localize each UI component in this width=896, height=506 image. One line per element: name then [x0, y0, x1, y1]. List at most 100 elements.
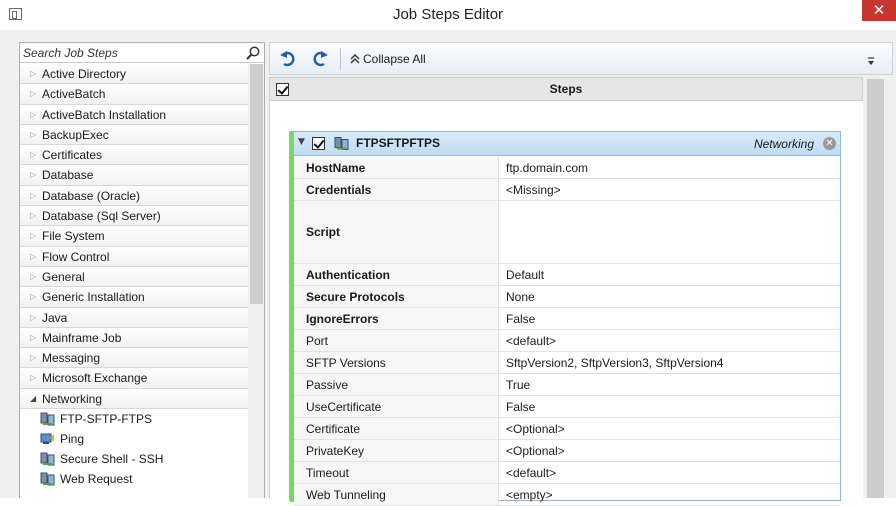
close-button[interactable]: ✕: [862, 0, 896, 21]
job-step-label: Web Request: [60, 472, 133, 487]
collapse-step-icon[interactable]: ▼: [298, 137, 305, 147]
expand-arrow-icon[interactable]: ▷: [30, 267, 36, 287]
undo-button[interactable]: [279, 48, 297, 70]
property-value-authentication[interactable]: Default: [506, 264, 544, 285]
library-scrollbar[interactable]: [248, 64, 264, 498]
property-name: IgnoreErrors: [294, 308, 499, 329]
category-label: Certificates: [42, 148, 103, 163]
category-label: BackupExec: [42, 127, 109, 142]
library-scrollbar-thumb[interactable]: [250, 64, 263, 304]
category-activebatch[interactable]: ▷ ActiveBatch: [20, 84, 248, 105]
category-label: General: [42, 269, 85, 284]
select-all-steps-checkbox[interactable]: [276, 83, 289, 96]
category-microsoft-exchange[interactable]: ▷ Microsoft Exchange: [20, 368, 248, 389]
property-name: PrivateKey: [294, 440, 499, 461]
property-name: Web Tunneling: [294, 484, 499, 505]
category-database[interactable]: ▷ Database: [20, 165, 248, 186]
category-label: Database (Oracle): [42, 188, 141, 203]
property-value-ignoreerrors[interactable]: False: [506, 308, 535, 329]
property-value-secure-protocols[interactable]: None: [506, 286, 535, 307]
expand-arrow-icon[interactable]: ▷: [30, 105, 36, 125]
expand-arrow-icon[interactable]: ▷: [30, 247, 36, 267]
property-value-certificate[interactable]: <Optional>: [506, 418, 565, 439]
property-row-authentication: Authentication Default: [294, 264, 840, 286]
property-name: Credentials: [294, 179, 499, 200]
redo-button[interactable]: [311, 48, 329, 70]
category-networking[interactable]: ◢ Networking: [20, 388, 248, 410]
category-java[interactable]: ▷ Java: [20, 307, 248, 328]
collapse-arrow-icon[interactable]: ◢: [30, 389, 36, 409]
expand-arrow-icon[interactable]: ▷: [30, 328, 36, 348]
category-generic-installation[interactable]: ▷ Generic Installation: [20, 287, 248, 308]
category-database-oracle[interactable]: ▷ Database (Oracle): [20, 185, 248, 207]
job-step-ping[interactable]: Ping: [20, 429, 248, 450]
job-step-label: Ping: [60, 432, 85, 447]
remove-step-icon[interactable]: ✕: [823, 137, 836, 150]
category-label: Database (Sql Server): [42, 209, 161, 224]
property-value-credentials[interactable]: <Missing>: [506, 179, 561, 200]
job-step-ftp-sftp-ftps[interactable]: FTP-SFTP-FTPS: [20, 409, 248, 430]
property-row-ignoreerrors: IgnoreErrors False: [294, 308, 840, 330]
category-label: Flow Control: [42, 249, 110, 264]
property-row-passive: Passive True: [294, 374, 840, 396]
step-category: Networking: [753, 137, 814, 151]
expand-arrow-icon[interactable]: ▷: [30, 368, 36, 388]
expand-arrow-icon[interactable]: ▷: [30, 165, 36, 185]
expand-arrow-icon[interactable]: ▷: [30, 348, 36, 368]
expand-arrow-icon[interactable]: ▷: [30, 64, 36, 84]
category-messaging[interactable]: ▷ Messaging: [20, 348, 248, 369]
property-value-passive[interactable]: True: [506, 374, 530, 395]
category-file-system[interactable]: ▷ File System: [20, 226, 248, 247]
property-value-timeout[interactable]: <default>: [506, 462, 556, 483]
property-value-privatekey[interactable]: <Optional>: [506, 440, 565, 461]
property-row-secure-protocols: Secure Protocols None: [294, 286, 840, 308]
category-flow-control[interactable]: ▷ Flow Control: [20, 246, 248, 267]
property-name: UseCertificate: [294, 396, 499, 417]
expand-arrow-icon[interactable]: ▷: [30, 186, 36, 206]
property-value-sftp-versions[interactable]: SftpVersion2, SftpVersion3, SftpVersion4: [506, 352, 723, 373]
expand-arrow-icon[interactable]: ▷: [30, 145, 36, 165]
expand-arrow-icon[interactable]: ▷: [30, 206, 36, 226]
steps-scrollbar-thumb[interactable]: [867, 79, 884, 498]
collapse-all-label: Collapse All: [363, 52, 426, 66]
category-activebatch-installation[interactable]: ▷ ActiveBatch Installation: [20, 104, 248, 125]
ssh-icon: [40, 452, 55, 466]
job-step-secure-shell-ssh[interactable]: Secure Shell - SSH: [20, 449, 248, 470]
property-value-hostname[interactable]: ftp.domain.com: [506, 157, 588, 178]
expand-arrow-icon[interactable]: ▷: [30, 226, 36, 246]
property-name: Port: [294, 330, 499, 351]
category-active-directory[interactable]: ▷ Active Directory: [20, 64, 248, 85]
editor-toolbar: Collapse All: [269, 42, 893, 75]
job-step-label: Secure Shell - SSH: [60, 452, 164, 467]
property-value-web-tunneling[interactable]: <empty>: [506, 484, 553, 505]
category-label: Active Directory: [42, 67, 127, 81]
search-input[interactable]: [23, 44, 241, 61]
category-database-sql-server[interactable]: ▷ Database (Sql Server): [20, 206, 248, 227]
collapse-chevrons-icon: [350, 54, 360, 64]
step-enabled-checkbox[interactable]: [312, 137, 325, 150]
steps-scrollbar[interactable]: [863, 77, 891, 498]
category-mainframe-job[interactable]: ▷ Mainframe Job: [20, 327, 248, 349]
collapse-all-button[interactable]: Collapse All: [350, 48, 426, 70]
property-name: Secure Protocols: [294, 286, 499, 307]
property-value-port[interactable]: <default>: [506, 330, 556, 351]
category-label: Java: [42, 310, 68, 325]
expand-arrow-icon[interactable]: ▷: [30, 125, 36, 145]
category-certificates[interactable]: ▷ Certificates: [20, 145, 248, 166]
search-icon[interactable]: [245, 45, 261, 61]
category-general[interactable]: ▷ General: [20, 266, 248, 288]
steps-header-label: Steps: [549, 82, 583, 96]
property-value-usecertificate[interactable]: False: [506, 396, 535, 417]
category-backupexec[interactable]: ▷ BackupExec: [20, 124, 248, 146]
property-name: SFTP Versions: [294, 352, 499, 373]
window-title: Job Steps Editor: [392, 6, 504, 23]
property-row-timeout: Timeout <default>: [294, 462, 840, 484]
category-label: File System: [42, 229, 105, 244]
job-step-web-request[interactable]: Web Request: [20, 469, 248, 490]
toolbar-overflow-icon[interactable]: [867, 57, 875, 67]
expand-arrow-icon[interactable]: ▷: [30, 84, 36, 104]
expand-arrow-icon[interactable]: ▷: [30, 287, 36, 307]
expand-arrow-icon[interactable]: ▷: [30, 308, 36, 328]
steps-canvas: ▼ FTPSFTPFTPS Networking ✕ HostName ftp.…: [269, 101, 863, 506]
job-step-header[interactable]: ▼ FTPSFTPFTPS Networking ✕: [294, 132, 840, 156]
